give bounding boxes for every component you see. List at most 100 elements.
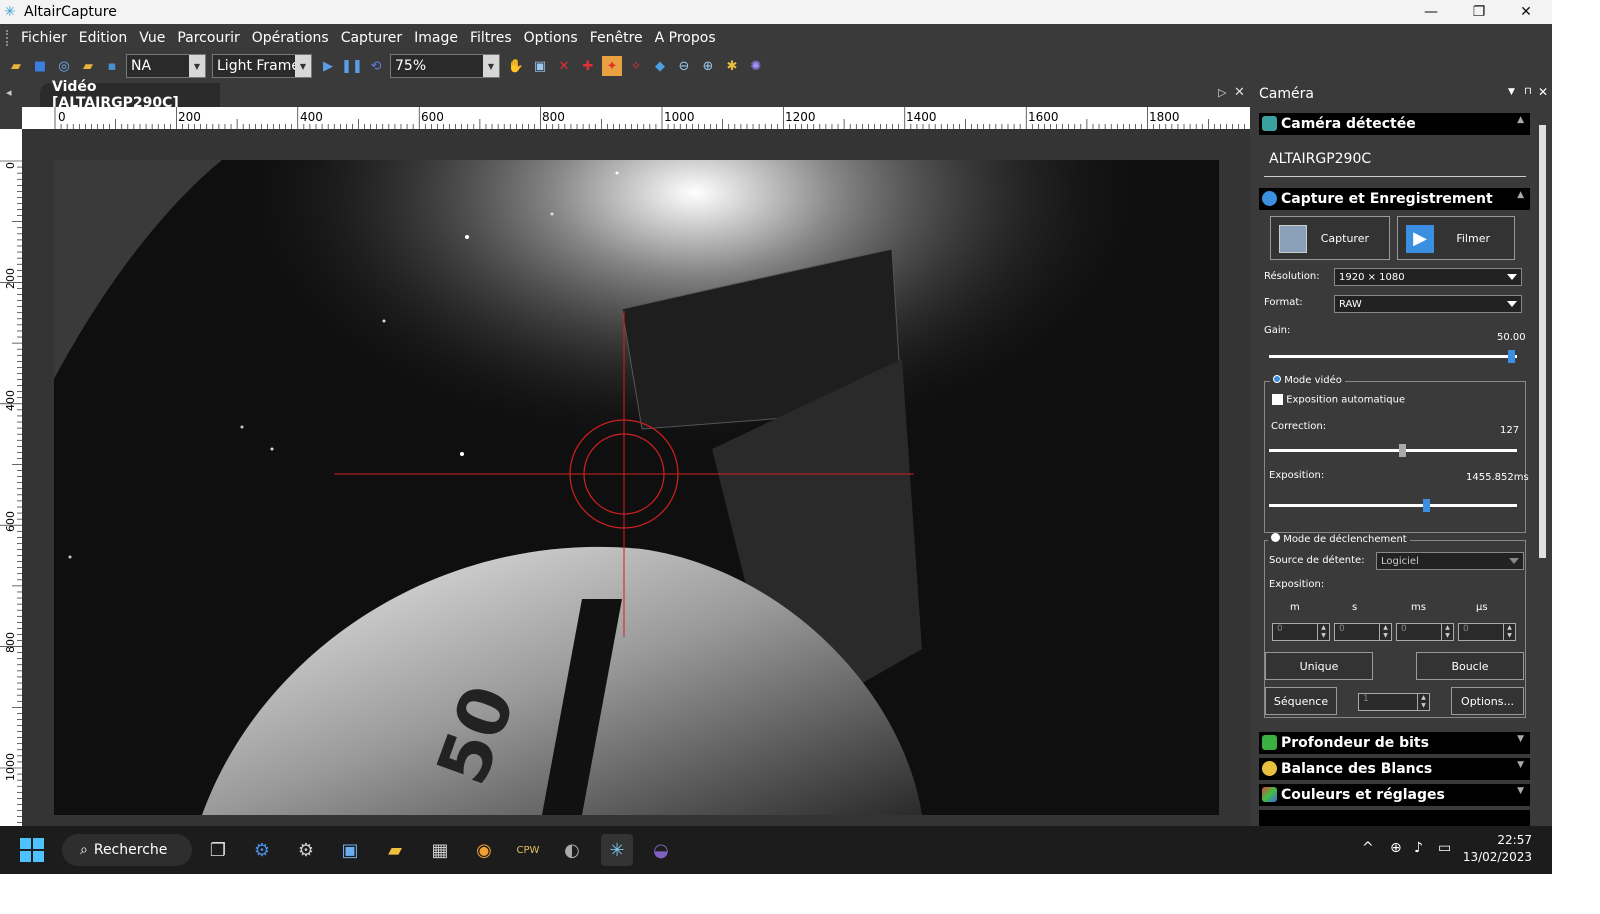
menu-fenetre[interactable]: Fenêtre bbox=[584, 30, 649, 46]
tab-scroll-left-icon[interactable]: ◂ bbox=[6, 86, 12, 99]
browser-icon[interactable]: ◉ bbox=[468, 834, 500, 866]
task-view-icon[interactable]: ❐ bbox=[202, 834, 234, 866]
capture-button[interactable]: Capturer bbox=[1270, 216, 1390, 260]
stack-icon[interactable]: ✱ bbox=[722, 56, 742, 76]
microseconds-spinner[interactable]: 0 ▲ ▼ bbox=[1458, 623, 1516, 641]
network-icon[interactable]: ⊕ bbox=[1390, 840, 1402, 856]
milliseconds-spinner[interactable]: 0 ▲ ▼ bbox=[1396, 623, 1454, 641]
panel-menu-icon[interactable]: ▼ bbox=[1508, 87, 1515, 97]
menu-operations[interactable]: Opérations bbox=[246, 30, 335, 46]
correction-slider-thumb[interactable] bbox=[1399, 444, 1406, 457]
auto-exposure-checkbox[interactable]: Exposition automatique bbox=[1272, 394, 1405, 406]
tab-scroll-right-icon[interactable]: ▷ bbox=[1218, 86, 1226, 99]
refresh-icon[interactable]: ◎ bbox=[54, 56, 74, 76]
close-button[interactable]: ✕ bbox=[1503, 0, 1549, 24]
image-viewport[interactable]: 50 bbox=[22, 129, 1250, 826]
rotate-right-icon[interactable]: ⊕ bbox=[698, 56, 718, 76]
app-gear-blue-icon[interactable]: ⚙ bbox=[246, 834, 278, 866]
save-icon[interactable]: ■ bbox=[30, 56, 50, 76]
trigger-mode-radio[interactable]: Mode de déclenchement bbox=[1268, 533, 1410, 545]
section-white-balance[interactable]: Balance des Blancs ▼ bbox=[1259, 758, 1530, 780]
menu-filtres[interactable]: Filtres bbox=[464, 30, 518, 46]
gain-slider[interactable] bbox=[1269, 350, 1517, 363]
resolution-select[interactable]: 1920 × 1080 bbox=[1334, 268, 1522, 286]
planetarium-app-icon[interactable]: ◐ bbox=[556, 834, 588, 866]
expand-icon[interactable]: ▼ bbox=[1517, 760, 1524, 770]
correction-slider[interactable] bbox=[1269, 444, 1517, 457]
crosshair-icon[interactable]: ✚ bbox=[578, 56, 598, 76]
focus-icon[interactable]: ◆ bbox=[650, 56, 670, 76]
section-colors[interactable]: Couleurs et réglages ▼ bbox=[1259, 784, 1530, 806]
browse-folder-icon[interactable]: ▰ bbox=[78, 56, 98, 76]
section-capture[interactable]: Capture et Enregistrement ▲ bbox=[1259, 188, 1530, 210]
menu-vue[interactable]: Vue bbox=[133, 30, 171, 46]
ruler-h-label: 0 bbox=[58, 110, 66, 124]
volume-icon[interactable]: ♪ bbox=[1414, 840, 1423, 856]
remote-desktop-icon[interactable]: ▣ bbox=[334, 834, 366, 866]
open-folder-icon[interactable]: ▰ bbox=[6, 56, 26, 76]
ruler-h-label: 400 bbox=[300, 110, 323, 124]
single-button[interactable]: Unique bbox=[1265, 652, 1373, 680]
menu-apropos[interactable]: A Propos bbox=[649, 30, 722, 46]
start-button[interactable] bbox=[16, 834, 48, 866]
rotate-left-icon[interactable]: ⊖ bbox=[674, 56, 694, 76]
tray-chevron-icon[interactable]: ^ bbox=[1362, 840, 1374, 856]
loop-icon[interactable]: ⟲ bbox=[366, 56, 386, 76]
minimize-button[interactable]: — bbox=[1408, 0, 1454, 24]
gain-slider-thumb[interactable] bbox=[1508, 350, 1515, 363]
taskbar-search[interactable]: ⌕ Recherche bbox=[62, 834, 192, 866]
altaircapture-taskbar-icon[interactable]: ✳ bbox=[601, 834, 633, 866]
restore-button[interactable]: ❐ bbox=[1456, 0, 1502, 24]
target-icon[interactable]: ✦ bbox=[602, 56, 622, 76]
format-select[interactable]: RAW bbox=[1334, 295, 1522, 313]
play-icon[interactable]: ▶ bbox=[318, 56, 338, 76]
exposure-slider[interactable] bbox=[1269, 499, 1517, 512]
pause-icon[interactable]: ❚❚ bbox=[341, 56, 363, 76]
taskbar-clock[interactable]: 22:57 13/02/2023 bbox=[1463, 832, 1532, 866]
menu-edition[interactable]: Edition bbox=[73, 30, 133, 46]
section-more[interactable] bbox=[1259, 810, 1530, 826]
menu-image[interactable]: Image bbox=[408, 30, 464, 46]
settings-icon[interactable]: ⚙ bbox=[290, 834, 322, 866]
clear-crosshair-icon[interactable]: ✕ bbox=[554, 56, 574, 76]
export-icon[interactable]: ▪ bbox=[102, 56, 122, 76]
collapse-icon[interactable]: ▲ bbox=[1517, 115, 1524, 125]
menu-parcourir[interactable]: Parcourir bbox=[171, 30, 245, 46]
video-mode-radio[interactable]: Mode vidéo bbox=[1270, 375, 1345, 386]
options-button[interactable]: Options... bbox=[1451, 687, 1524, 715]
menu-capturer[interactable]: Capturer bbox=[335, 30, 408, 46]
expand-icon[interactable]: ▼ bbox=[1517, 786, 1524, 796]
menu-fichier[interactable]: Fichier bbox=[15, 30, 73, 46]
filter-select[interactable]: NA ▼ bbox=[126, 54, 206, 78]
panel-pin-icon[interactable]: ⊓ bbox=[1524, 86, 1532, 97]
cpwi-app-icon[interactable]: CPW bbox=[512, 834, 544, 866]
menu-options[interactable]: Options bbox=[518, 30, 584, 46]
calculator-icon[interactable]: ▦ bbox=[424, 834, 456, 866]
tab-video[interactable]: Vidéo [ALTAIRGP290C] bbox=[40, 79, 220, 111]
battery-icon[interactable]: ▭ bbox=[1438, 840, 1451, 856]
minutes-spinner[interactable]: 0 ▲ ▼ bbox=[1272, 623, 1330, 641]
section-camera-detected[interactable]: Caméra détectée ▲ bbox=[1259, 113, 1530, 135]
camera-frame[interactable]: 50 bbox=[22, 129, 1250, 826]
hand-tool-icon[interactable]: ✋ bbox=[506, 56, 526, 76]
stellarium-app-icon[interactable]: ◒ bbox=[645, 834, 677, 866]
panel-scrollbar[interactable] bbox=[1539, 125, 1546, 558]
frame-type-select[interactable]: Light Frame ▼ bbox=[212, 54, 312, 78]
section-bit-depth[interactable]: Profondeur de bits ▼ bbox=[1259, 732, 1530, 754]
file-explorer-icon[interactable]: ▰ bbox=[379, 834, 411, 866]
expand-icon[interactable]: ▼ bbox=[1517, 734, 1524, 744]
sequence-count-spinner[interactable]: 1 ▲ ▼ bbox=[1358, 693, 1430, 711]
tab-close-icon[interactable]: ✕ bbox=[1234, 85, 1245, 100]
zoom-select[interactable]: 75% ▼ bbox=[390, 54, 500, 78]
seconds-spinner[interactable]: 0 ▲ ▼ bbox=[1334, 623, 1392, 641]
settings-icon[interactable]: ✺ bbox=[746, 56, 766, 76]
panel-close-icon[interactable]: ✕ bbox=[1538, 85, 1548, 99]
film-button[interactable]: ▶ Filmer bbox=[1397, 216, 1515, 260]
exposure-slider-thumb[interactable] bbox=[1423, 499, 1430, 512]
loop-button[interactable]: Boucle bbox=[1416, 652, 1524, 680]
star-marker-icon[interactable]: ✧ bbox=[626, 56, 646, 76]
trigger-source-select[interactable]: Logiciel bbox=[1376, 552, 1524, 570]
sequence-button[interactable]: Séquence bbox=[1265, 687, 1337, 715]
collapse-icon[interactable]: ▲ bbox=[1517, 190, 1524, 200]
fit-image-icon[interactable]: ▣ bbox=[530, 56, 550, 76]
